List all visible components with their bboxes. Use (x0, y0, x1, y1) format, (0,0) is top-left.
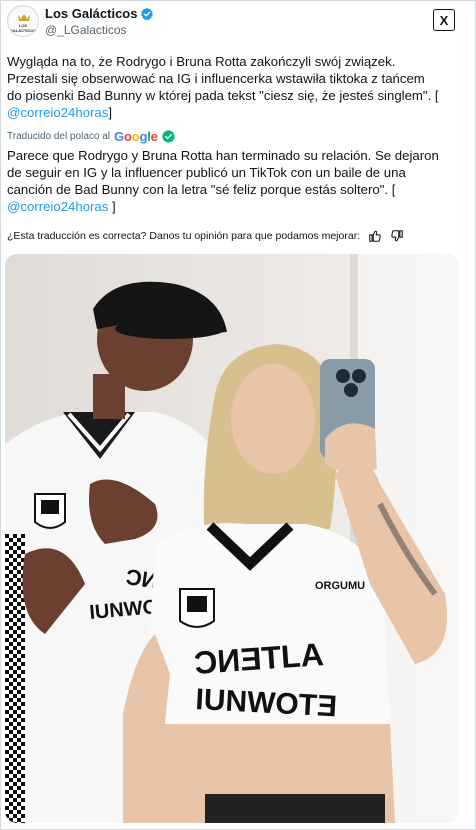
thumbs-down-icon[interactable] (390, 229, 404, 243)
x-logo-text: X (439, 12, 449, 28)
x-logo-icon[interactable]: X (433, 9, 455, 31)
translation-feedback: ¿Esta traducción es correcta? Danos tu o… (7, 229, 404, 243)
tweet-card: LOS GALÁCTICOS Los Galácticos @_LGalacti… (0, 0, 476, 830)
tweet-photo[interactable]: ƆИƎTLA IUNWO ORGUMU (5, 254, 459, 823)
tweet-line: Parece que Rodrygo y Bruna Rotta han ter… (7, 148, 439, 163)
display-name[interactable]: Los Galácticos (45, 6, 137, 21)
check-circle-icon (162, 130, 175, 143)
avatar-text: LOS GALÁCTICOS (9, 23, 37, 33)
verified-badge-icon (140, 7, 154, 21)
google-logo-text: Google (114, 129, 158, 144)
closing-bracket: ] (108, 105, 113, 120)
translation-attribution: Traducido del polaco al Google (7, 129, 175, 144)
tweet-line: Przestali się obserwować na IG i influen… (7, 71, 425, 86)
avatar[interactable]: LOS GALÁCTICOS (7, 5, 39, 37)
translation-label: Traducido del polaco al (7, 131, 111, 142)
photo-image: ƆИƎTLA IUNWO ORGUMU (5, 254, 459, 823)
closing-bracket: ] (108, 199, 116, 214)
tweet-line: Wygląda na to, że Rodrygo i Bruna Rotta … (7, 54, 396, 69)
tweet-text-translation: Parece que Rodrygo y Bruna Rotta han ter… (7, 147, 467, 215)
tweet-line: de seguir en IG y la influencer publicó … (7, 165, 406, 180)
shirt-brand-text: ORGUMU (315, 580, 365, 592)
tweet-line: canción de Bad Bunny con la letra "sé fe… (7, 182, 396, 197)
feedback-question: ¿Esta traducción es correcta? Danos tu o… (7, 230, 361, 242)
tweet-text-original: Wygląda na to, że Rodrygo i Bruna Rotta … (7, 53, 467, 121)
mention-link[interactable]: @correio24horas (7, 105, 108, 120)
mention-link[interactable]: @correio24horas (7, 199, 108, 214)
user-handle[interactable]: @_LGalacticos (45, 23, 127, 37)
thumbs-up-icon[interactable] (368, 229, 382, 243)
tweet-header: LOS GALÁCTICOS Los Galácticos @_LGalacti… (7, 5, 469, 41)
tweet-line: do piosenki Bad Bunny w której pada teks… (7, 88, 439, 103)
